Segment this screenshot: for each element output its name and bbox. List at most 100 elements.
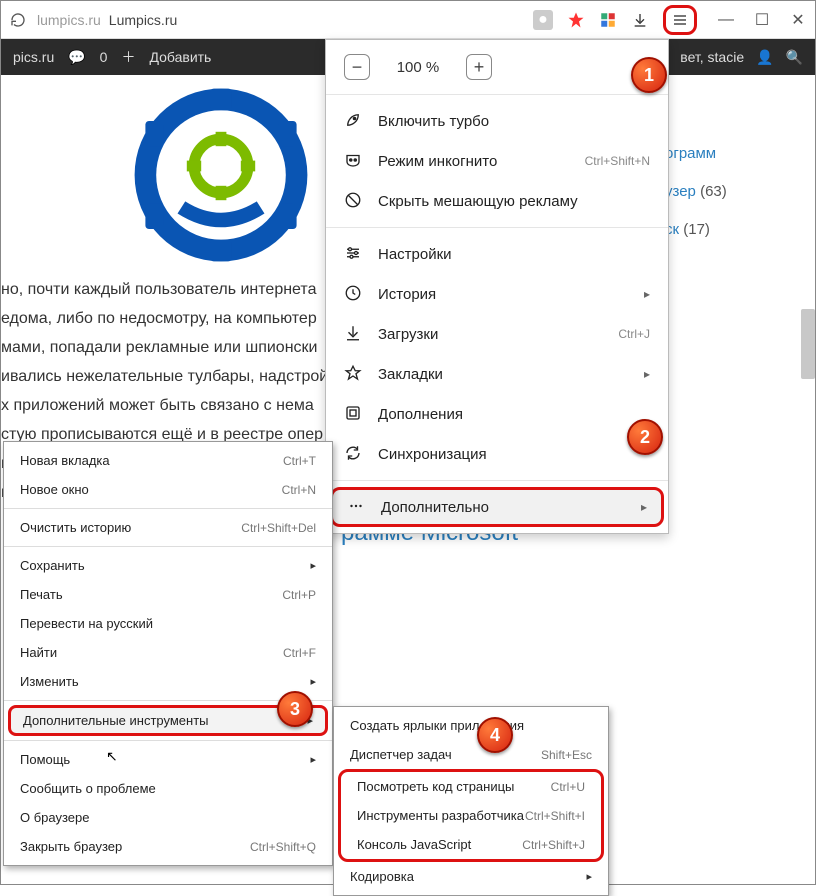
- badge-3: 3: [277, 691, 313, 727]
- submenu-item[interactable]: Диспетчер задач Shift+Esc: [334, 740, 608, 769]
- context-menu: ↖ Новая вкладкаCtrl+TНовое окноCtrl+NОчи…: [3, 441, 333, 866]
- plus-icon[interactable]: ＋: [121, 47, 135, 67]
- scrollbar-thumb[interactable]: [801, 309, 815, 379]
- separator: [4, 546, 332, 547]
- context-menu-item[interactable]: Новая вкладка Ctrl+T: [4, 446, 332, 475]
- submenu-item[interactable]: Инструменты разработчикаCtrl+Shift+I: [341, 801, 601, 830]
- add-label[interactable]: Добавить: [149, 49, 211, 65]
- menu-item-label: Дополнения: [378, 406, 463, 423]
- star-icon: [344, 364, 364, 384]
- menu-shortcut: Ctrl+Shift+Q: [250, 840, 316, 854]
- sidebar-link[interactable]: узер (63): [665, 173, 805, 211]
- context-menu-label: Новое окно: [20, 482, 89, 497]
- download-icon[interactable]: [631, 11, 649, 29]
- avatar-icon[interactable]: 👤: [756, 49, 773, 66]
- menu-item[interactable]: Дополнительно▸: [330, 487, 664, 527]
- context-menu-label: Печать: [20, 587, 63, 602]
- submenu-label: Посмотреть код страницы: [357, 779, 514, 794]
- menu-item[interactable]: Скрыть мешающую рекламу: [326, 181, 668, 221]
- context-menu-label: Сообщить о проблеме: [20, 781, 156, 796]
- context-menu-item[interactable]: Сообщить о проблеме: [4, 774, 332, 803]
- menu-item[interactable]: Настройки: [326, 234, 668, 274]
- address-bar[interactable]: lumpics.ru Lumpics.ru: [37, 12, 523, 28]
- submenu-item[interactable]: Кодировка▸: [334, 862, 608, 891]
- submenu-item[interactable]: Создать ярлыки приложения: [334, 711, 608, 740]
- reload-icon[interactable]: [9, 11, 27, 29]
- search-icon[interactable]: 🔍: [786, 49, 803, 66]
- submenu-label: Консоль JavaScript: [357, 837, 471, 852]
- submenu-label: Диспетчер задач: [350, 747, 452, 762]
- context-menu-item[interactable]: Найти Ctrl+F: [4, 638, 332, 667]
- url-domain: lumpics.ru: [37, 12, 101, 28]
- separator: [4, 508, 332, 509]
- menu-item-label: Режим инкогнито: [378, 153, 497, 170]
- context-menu-item[interactable]: Закрыть браузер Ctrl+Shift+Q: [4, 832, 332, 861]
- menu-shortcut: Ctrl+P: [282, 588, 316, 602]
- submenu-item[interactable]: Посмотреть код страницы Ctrl+U: [341, 772, 601, 801]
- menu-item-label: Дополнительно: [381, 499, 489, 516]
- menu-button[interactable]: [663, 5, 697, 35]
- menu-shortcut: Ctrl+Shift+N: [585, 154, 650, 168]
- context-menu-label: Перевести на русский: [20, 616, 153, 631]
- context-menu-item[interactable]: Печать Ctrl+P: [4, 580, 332, 609]
- context-menu-label: Очистить историю: [20, 520, 131, 535]
- chrome-icons: ●: [533, 5, 697, 35]
- context-menu-item[interactable]: Очистить историю Ctrl+Shift+Del: [4, 513, 332, 542]
- comment-count: 0: [100, 49, 108, 65]
- separator: [4, 740, 332, 741]
- context-menu-item[interactable]: О браузере: [4, 803, 332, 832]
- context-menu-item[interactable]: Перевести на русский: [4, 609, 332, 638]
- context-menu-label: Сохранить: [20, 558, 85, 573]
- menu-shortcut: Ctrl+F: [283, 646, 316, 660]
- chevron-right-icon: ▸: [310, 753, 316, 766]
- extension-icon[interactable]: [599, 11, 617, 29]
- developer-tools-group: Посмотреть код страницы Ctrl+U Инструменты…: [338, 769, 604, 862]
- menu-shortcut: Ctrl+Shift+J: [522, 838, 585, 852]
- submenu-item[interactable]: Консоль JavaScript Ctrl+Shift+J: [341, 830, 601, 859]
- chevron-right-icon: ▸: [310, 675, 316, 688]
- chevron-right-icon: ▸: [310, 559, 316, 572]
- context-menu-item[interactable]: Сохранить ▸: [4, 551, 332, 580]
- close-icon[interactable]: ✕: [789, 11, 807, 29]
- tools-submenu: Создать ярлыки приложенияДиспетчер задач…: [333, 706, 609, 896]
- dots-icon: [347, 497, 367, 517]
- menu-shortcut: Ctrl+Shift+Del: [241, 521, 316, 535]
- main-menu: − 100 % + Включить турбоРежим инкогнитоC…: [325, 39, 669, 534]
- context-menu-item[interactable]: Новое окноCtrl+N: [4, 475, 332, 504]
- context-menu-label: Найти: [20, 645, 57, 660]
- menu-shortcut: Ctrl+J: [618, 327, 650, 341]
- menu-item[interactable]: История▸: [326, 274, 668, 314]
- submenu-label: Инструменты разработчика: [357, 808, 524, 823]
- zoom-out-button[interactable]: −: [344, 54, 370, 80]
- zoom-in-button[interactable]: +: [466, 54, 492, 80]
- context-menu-item[interactable]: Помощь ▸: [4, 745, 332, 774]
- maximize-icon[interactable]: ☐: [753, 11, 771, 29]
- menu-item-label: Скрыть мешающую рекламу: [378, 193, 578, 210]
- menu-item-label: Загрузки: [378, 326, 438, 343]
- menu-item[interactable]: Режим инкогнито Ctrl+Shift+N: [326, 141, 668, 181]
- sidebar-link[interactable]: ск (17): [665, 211, 805, 249]
- mask-icon: [344, 151, 364, 171]
- context-menu-label: Закрыть браузер: [20, 839, 122, 854]
- menu-item[interactable]: Включить турбо: [326, 101, 668, 141]
- context-menu-item[interactable]: Изменить▸: [4, 667, 332, 696]
- minimize-icon[interactable]: —: [717, 11, 735, 29]
- menu-shortcut: Ctrl+T: [283, 454, 316, 468]
- context-menu-label: Помощь: [20, 752, 70, 767]
- menu-item-label: История: [378, 286, 436, 303]
- context-menu-label: Новая вкладка: [20, 453, 110, 468]
- menu-item[interactable]: Загрузки Ctrl+J: [326, 314, 668, 354]
- menu-item[interactable]: Закладки▸: [326, 354, 668, 394]
- sidebar-links: ограмм узер (63)ск (17): [665, 135, 805, 249]
- sidebar-link[interactable]: ограмм: [665, 135, 805, 173]
- globe-icon[interactable]: ●: [533, 10, 553, 30]
- menu-item[interactable]: Дополнения: [326, 394, 668, 434]
- comment-icon[interactable]: 💬: [68, 49, 85, 66]
- menu-shortcut: Ctrl+Shift+I: [525, 809, 585, 823]
- yandex-icon[interactable]: [567, 11, 585, 29]
- menu-shortcut: Shift+Esc: [541, 748, 592, 762]
- menu-item[interactable]: Синхронизация: [326, 434, 668, 474]
- badge-4: 4: [477, 717, 513, 753]
- menu-shortcut: Ctrl+U: [551, 780, 585, 794]
- site-domain[interactable]: pics.ru: [13, 49, 54, 65]
